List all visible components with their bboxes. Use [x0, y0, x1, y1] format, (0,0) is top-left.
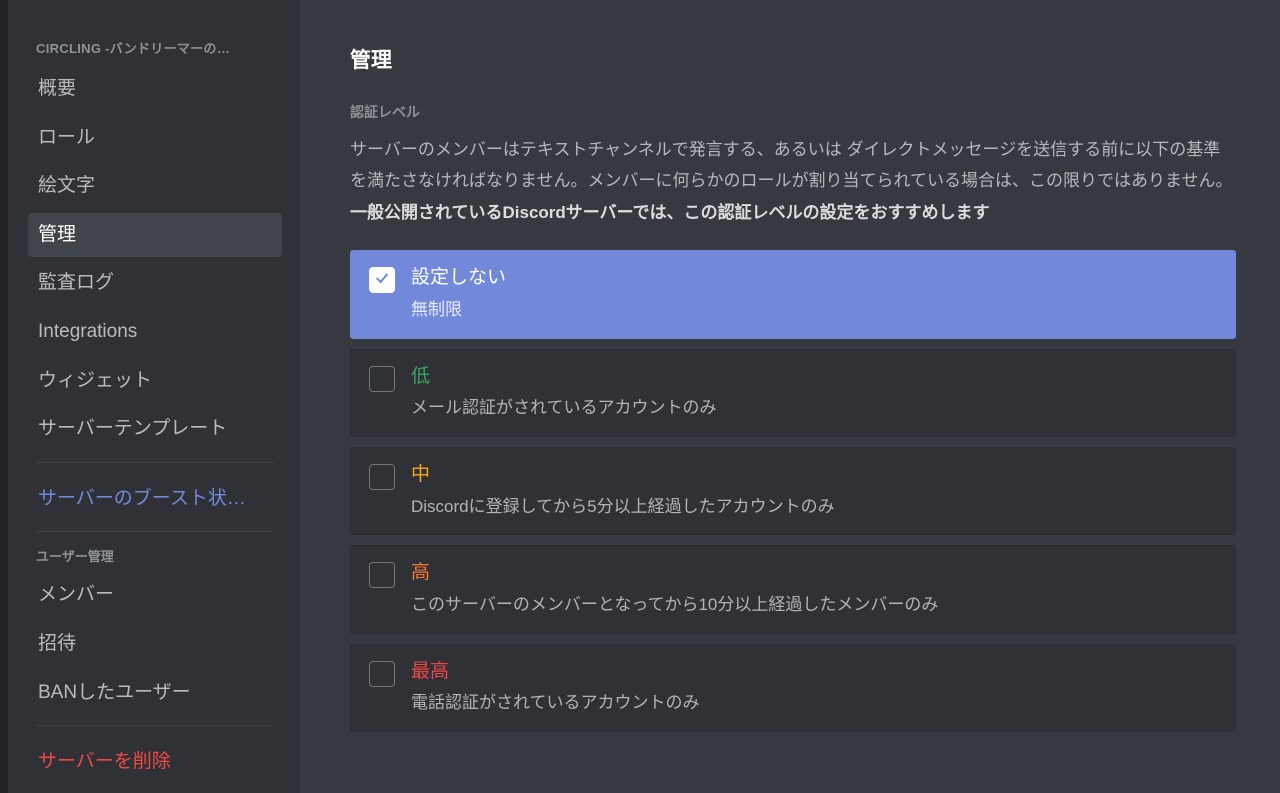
- verification-option-low[interactable]: 低 メール認証がされているアカウントのみ: [350, 349, 1236, 437]
- sidebar-item-overview[interactable]: 概要: [28, 67, 282, 112]
- verification-option-highest[interactable]: 最高 電話認証がされているアカウントのみ: [350, 644, 1236, 732]
- sidebar-item-delete-server[interactable]: サーバーを削除: [28, 740, 282, 785]
- verification-section-desc: サーバーのメンバーはテキストチャンネルで発言する、あるいは ダイレクトメッセージ…: [350, 134, 1236, 228]
- verification-option-none[interactable]: 設定しない 無制限: [350, 250, 1236, 338]
- option-body: 設定しない 無制限: [411, 265, 1217, 321]
- checkbox: [369, 464, 395, 490]
- option-title: 高: [411, 560, 1217, 587]
- sidebar-divider: [36, 725, 274, 726]
- sidebar-item-widget[interactable]: ウィジェット: [28, 359, 282, 404]
- sidebar-divider: [36, 531, 274, 532]
- checkbox: [369, 267, 395, 293]
- checkbox: [369, 366, 395, 392]
- checkbox: [369, 562, 395, 588]
- check-icon: [374, 270, 390, 291]
- sidebar-item-template[interactable]: サーバーテンプレート: [28, 407, 282, 452]
- sidebar-item-integrations[interactable]: Integrations: [28, 310, 282, 355]
- page-title: 管理: [350, 44, 1236, 74]
- option-title: 最高: [411, 659, 1217, 686]
- option-sub: 電話認証がされているアカウントのみ: [411, 691, 1217, 715]
- option-sub: Discordに登録してから5分以上経過したアカウントのみ: [411, 495, 1217, 519]
- verification-option-high[interactable]: 高 このサーバーのメンバーとなってから10分以上経過したメンバーのみ: [350, 545, 1236, 633]
- sidebar-item-moderation[interactable]: 管理: [28, 213, 282, 258]
- content-pane: 管理 認証レベル サーバーのメンバーはテキストチャンネルで発言する、あるいは ダ…: [300, 0, 1280, 793]
- option-body: 低 メール認証がされているアカウントのみ: [411, 364, 1217, 420]
- option-sub: 無制限: [411, 298, 1217, 322]
- sidebar-divider: [36, 462, 274, 463]
- option-body: 中 Discordに登録してから5分以上経過したアカウントのみ: [411, 462, 1217, 518]
- sidebar-item-invites[interactable]: 招待: [28, 622, 282, 667]
- verification-option-list: 設定しない 無制限 低 メール認証がされているアカウントのみ: [350, 250, 1236, 732]
- left-gutter: [0, 0, 8, 793]
- sidebar-item-audit-log[interactable]: 監査ログ: [28, 261, 282, 306]
- option-title: 設定しない: [411, 265, 1217, 292]
- settings-sidebar: CIRCLING -バンドリーマーの… 概要 ロール 絵文字 管理 監査ログ I…: [8, 0, 300, 793]
- option-sub: メール認証がされているアカウントのみ: [411, 396, 1217, 420]
- verification-desc-text: サーバーのメンバーはテキストチャンネルで発言する、あるいは ダイレクトメッセージ…: [350, 140, 1232, 190]
- sidebar-item-bans[interactable]: BANしたユーザー: [28, 671, 282, 716]
- option-title: 中: [411, 462, 1217, 489]
- sidebar-item-roles[interactable]: ロール: [28, 116, 282, 161]
- verification-desc-bold: 一般公開されているDiscordサーバーでは、この認証レベルの設定をおすすめしま…: [350, 203, 990, 222]
- sidebar-subheader-user-mgmt: ユーザー管理: [28, 546, 282, 573]
- sidebar-item-emoji[interactable]: 絵文字: [28, 164, 282, 209]
- checkbox: [369, 661, 395, 687]
- option-body: 最高 電話認証がされているアカウントのみ: [411, 659, 1217, 715]
- sidebar-server-name: CIRCLING -バンドリーマーの…: [28, 38, 282, 67]
- option-body: 高 このサーバーのメンバーとなってから10分以上経過したメンバーのみ: [411, 560, 1217, 616]
- sidebar-item-members[interactable]: メンバー: [28, 573, 282, 618]
- verification-option-medium[interactable]: 中 Discordに登録してから5分以上経過したアカウントのみ: [350, 447, 1236, 535]
- option-sub: このサーバーのメンバーとなってから10分以上経過したメンバーのみ: [411, 593, 1217, 617]
- verification-section-label: 認証レベル: [350, 102, 1236, 122]
- option-title: 低: [411, 364, 1217, 391]
- sidebar-item-boost[interactable]: サーバーのブースト状…: [28, 477, 282, 522]
